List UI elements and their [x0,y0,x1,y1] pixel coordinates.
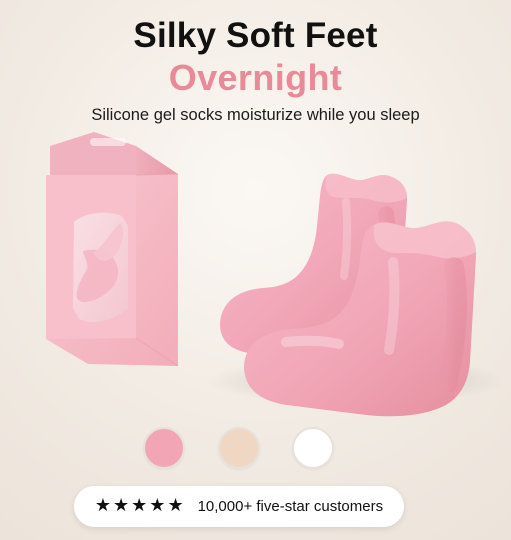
five-star-rating-icon: ★★★★★ [94,495,186,515]
review-text: 10,000+ five-star customers [197,498,384,515]
subtitle: Silicone gel socks moisturize while you … [91,106,420,124]
headline-line-2: Overnight [168,57,343,98]
product-illustration [46,132,506,417]
pink-color-swatch[interactable] [143,427,185,469]
box-packaging [46,132,179,367]
review-badge: ★★★★★ 10,000+ five-star customers [74,486,404,527]
white-color-swatch[interactable] [292,427,334,469]
headline-line-1: Silky Soft Feet [133,16,378,55]
product-ad-page: Silky Soft Feet Overnight Silicone gel s… [0,0,511,540]
beige-color-swatch[interactable] [218,427,260,469]
